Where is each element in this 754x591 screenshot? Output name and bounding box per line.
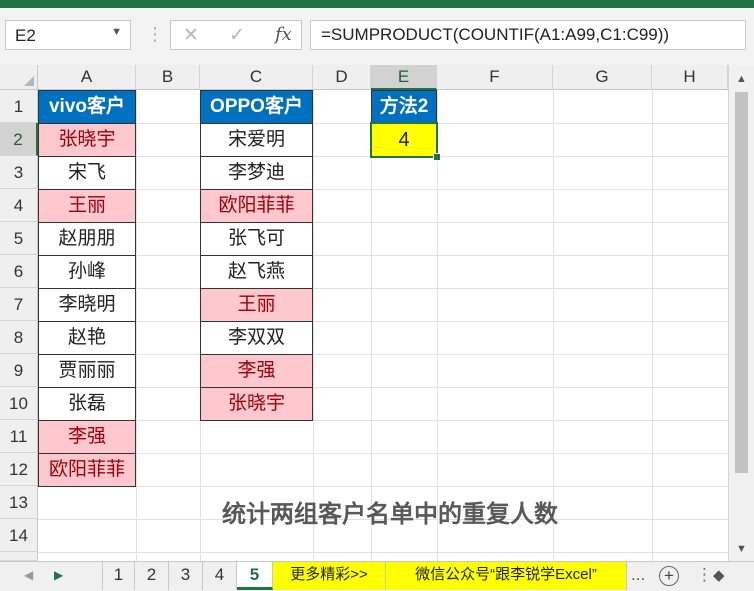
add-sheet-icon[interactable]: + [659,566,679,586]
formula-buttons: ✕ ✓ fx [170,20,302,50]
tab-scroll-left-icon[interactable]: ◀ [24,568,33,582]
tab-wechat-account[interactable]: 微信公众号“跟李锐学Excel” [386,562,627,590]
row-header-13[interactable]: 13 [0,486,38,519]
chevron-down-icon[interactable]: ▼ [111,26,122,38]
gridline [38,486,728,487]
row-header-5[interactable]: 5 [0,222,38,255]
column-header-C[interactable]: C [200,65,313,90]
gridline [38,420,728,421]
gridline [38,321,728,322]
column-header-B[interactable]: B [136,65,200,90]
cell-A3[interactable]: 宋飞 [38,156,136,190]
select-all-button[interactable] [0,65,38,90]
formula-input[interactable]: =SUMPRODUCT(COUNTIF(A1:A99,C1:C99)) [310,20,746,50]
splitter-icon[interactable]: ⋮ [696,565,713,585]
gridline [38,288,728,289]
gridline [136,90,137,561]
column-header-A[interactable]: A [38,65,136,90]
name-box-value: E2 [15,26,36,45]
gridline [38,222,728,223]
cell-A1[interactable]: vivo客户 [38,90,136,124]
cell-A5[interactable]: 赵朋朋 [38,222,136,256]
enter-icon[interactable]: ✓ [229,24,245,47]
scroll-down-icon[interactable]: ▼ [736,543,747,555]
gridline [371,90,372,561]
tab-splitter-icon[interactable]: ◆ [713,566,725,584]
cancel-icon[interactable]: ✕ [183,24,199,47]
cell-C2[interactable]: 宋爱明 [200,123,313,157]
tab-3[interactable]: 3 [169,562,203,590]
scrollbar-thumb[interactable] [735,92,748,473]
cell-A12[interactable]: 欧阳菲菲 [38,453,136,487]
row-header-4[interactable]: 4 [0,189,38,222]
cell-A9[interactable]: 贾丽丽 [38,354,136,388]
cell-C3[interactable]: 李梦迪 [200,156,313,190]
gridline [652,90,653,561]
cell-E2-selected[interactable]: 4 [370,122,438,158]
formula-text: =SUMPRODUCT(COUNTIF(A1:A99,C1:C99)) [321,25,670,44]
gridline [553,90,554,561]
row-header-14[interactable]: 14 [0,519,38,552]
row-header-8[interactable]: 8 [0,321,38,354]
tab-more-content[interactable]: 更多精彩>> [273,562,386,590]
tab-1[interactable]: 1 [102,562,135,590]
cell-C10[interactable]: 张晓宇 [200,387,313,421]
more-tabs-icon[interactable]: ... [631,565,645,585]
drag-handle-icon[interactable]: ⋮ [146,24,164,45]
row-header-10[interactable]: 10 [0,387,38,420]
caption-text: 统计两组客户名单中的重复人数 [222,501,558,528]
gridline [38,387,728,388]
row-header-11[interactable]: 11 [0,420,38,453]
cell-C9[interactable]: 李强 [200,354,313,388]
title-bar-strip [0,0,754,8]
cell-A2[interactable]: 张晓宇 [38,123,136,157]
sheet-tab-bar: ◀ ▶ 1 2 3 4 5 更多精彩>> 微信公众号“跟李锐学Excel” ..… [0,561,754,591]
cell-A8[interactable]: 赵艳 [38,321,136,355]
select-all-icon [24,76,34,86]
cell-C4[interactable]: 欧阳菲菲 [200,189,313,223]
cell-A7[interactable]: 李晓明 [38,288,136,322]
gridline [313,90,314,561]
column-header-D[interactable]: D [313,65,371,90]
column-header-H[interactable]: H [652,65,728,90]
gridline [38,453,728,454]
column-header-E[interactable]: E [371,65,437,90]
tab-5-active[interactable]: 5 [237,562,273,590]
tab-scroll-right-icon[interactable]: ▶ [54,568,63,582]
cell-A4[interactable]: 王丽 [38,189,136,223]
cell-C1[interactable]: OPPO客户 [200,90,313,124]
row-header-12[interactable]: 12 [0,453,38,486]
name-box[interactable]: E2 ▼ [5,20,131,50]
cell-E1[interactable]: 方法2 [371,90,437,124]
scroll-up-icon[interactable]: ▲ [736,73,747,85]
row-header-2[interactable]: 2 [0,123,38,156]
tab-2[interactable]: 2 [135,562,169,590]
cell-A10[interactable]: 张磊 [38,387,136,421]
tab-4[interactable]: 4 [203,562,237,590]
gridline [38,255,728,256]
gridline [38,354,728,355]
column-header-F[interactable]: F [437,65,553,90]
column-header-G[interactable]: G [553,65,652,90]
cell-C5[interactable]: 张飞可 [200,222,313,256]
gridline [38,189,728,190]
insert-function-icon[interactable]: fx [275,24,292,45]
row-header-9[interactable]: 9 [0,354,38,387]
cell-C6[interactable]: 赵飞燕 [200,255,313,289]
gridline [38,552,728,553]
cell-C7[interactable]: 王丽 [200,288,313,322]
fill-handle[interactable] [433,153,441,161]
row-header-6[interactable]: 6 [0,255,38,288]
vertical-scrollbar[interactable]: ▲ ▼ [728,65,754,561]
row-header-15-partial [0,552,38,561]
row-header-7[interactable]: 7 [0,288,38,321]
row-header-3[interactable]: 3 [0,156,38,189]
cell-A11[interactable]: 李强 [38,420,136,454]
row-header-1[interactable]: 1 [0,90,38,123]
cell-A6[interactable]: 孙峰 [38,255,136,289]
cell-C8[interactable]: 李双双 [200,321,313,355]
